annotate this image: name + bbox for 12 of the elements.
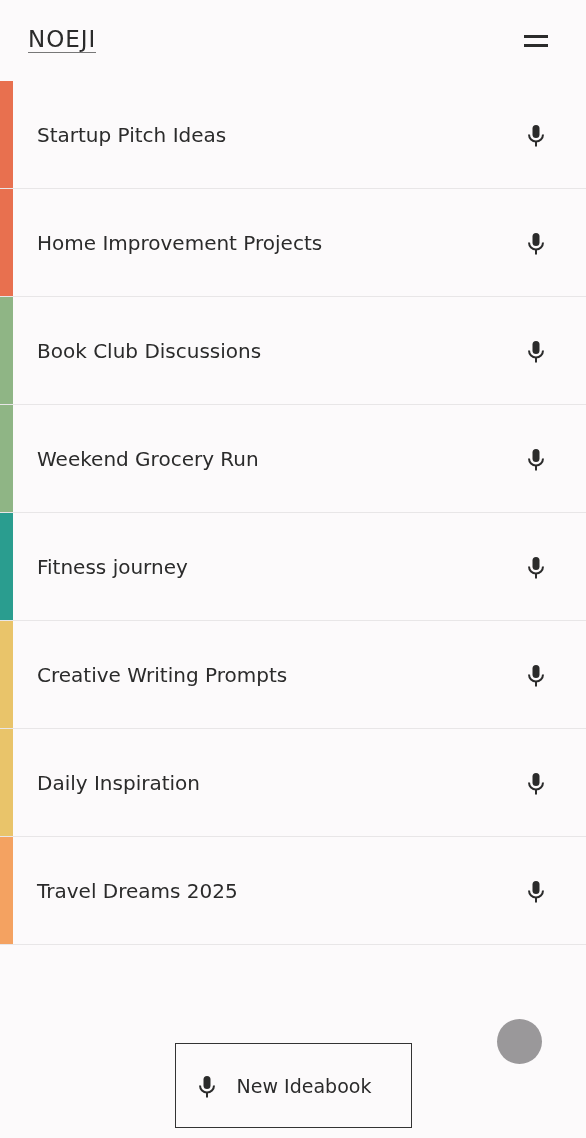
ideabook-item[interactable]: Weekend Grocery Run (0, 405, 586, 513)
ideabook-item[interactable]: Book Club Discussions (0, 297, 586, 405)
ideabook-item[interactable]: Home Improvement Projects (0, 189, 586, 297)
ideabook-item[interactable]: Daily Inspiration (0, 729, 586, 837)
ideabook-item[interactable]: Creative Writing Prompts (0, 621, 586, 729)
ideabook-item[interactable]: Startup Pitch Ideas (0, 81, 586, 189)
ideabook-item[interactable]: Fitness journey (0, 513, 586, 621)
app-logo: NOEJI (28, 28, 97, 53)
floating-button[interactable] (497, 1019, 542, 1064)
new-ideabook-button[interactable]: New Ideabook (174, 1043, 412, 1128)
menu-icon[interactable] (524, 32, 548, 49)
ideabook-item[interactable]: Travel Dreams 2025 (0, 837, 586, 945)
